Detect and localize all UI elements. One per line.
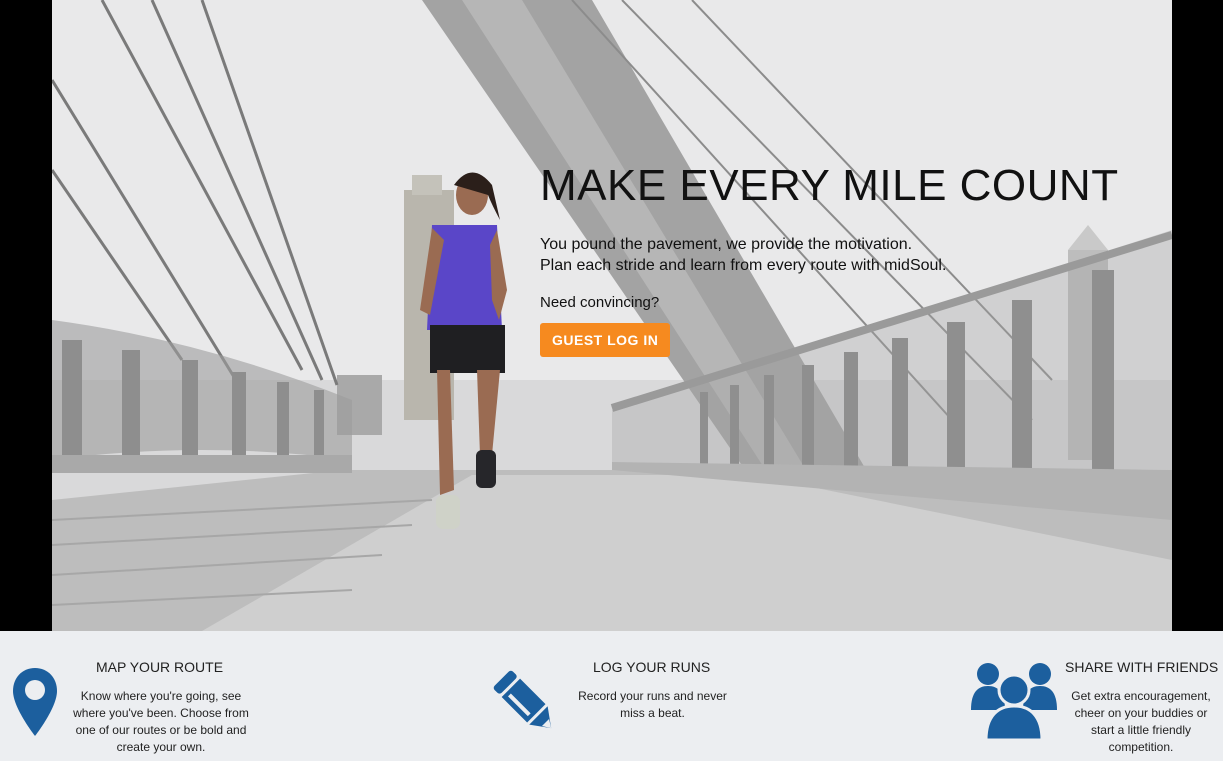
hero-subtitle: You pound the pavement, we provide the m… [540,234,1140,276]
pencil-icon [493,670,552,729]
feature-text-log-runs: Record your runs and never miss a beat. [578,689,727,720]
group-icon [971,663,1057,742]
features-section: MAP YOUR ROUTE Know where you're going, … [0,631,1223,761]
hero-banner: MAKE EVERY MILE COUNT You pound the pave… [52,0,1172,631]
map-pin-icon [13,668,57,736]
hero-copy: MAKE EVERY MILE COUNT You pound the pave… [540,160,1140,357]
cta-lead-text: Need convincing? [540,294,660,311]
feature-title-map-route: MAP YOUR ROUTE [96,659,224,675]
feature-title-share-friends: SHARE WITH FRIENDS [1065,659,1219,675]
hero-title: MAKE EVERY MILE COUNT [540,161,1119,210]
feature-title-log-runs: LOG YOUR RUNS [593,659,711,675]
feature-map-route: MAP YOUR ROUTE Know where you're going, … [0,631,300,761]
guest-login-button[interactable]: GUEST LOG IN [540,323,671,357]
feature-log-runs: LOG YOUR RUNS Record your runs and never… [480,631,760,761]
hero-section: MAKE EVERY MILE COUNT You pound the pave… [0,0,1223,631]
hero-subtitle-line-1: You pound the pavement, we provide the m… [540,236,913,253]
feature-text-share-friends: Get extra encouragement, cheer on your b… [1071,689,1211,754]
feature-text-map-route: Know where you're going, see where you'v… [73,689,249,754]
feature-share-friends: SHARE WITH FRIENDS Get extra encourageme… [960,631,1223,761]
hero-subtitle-line-2: Plan each stride and learn from every ro… [540,257,947,274]
